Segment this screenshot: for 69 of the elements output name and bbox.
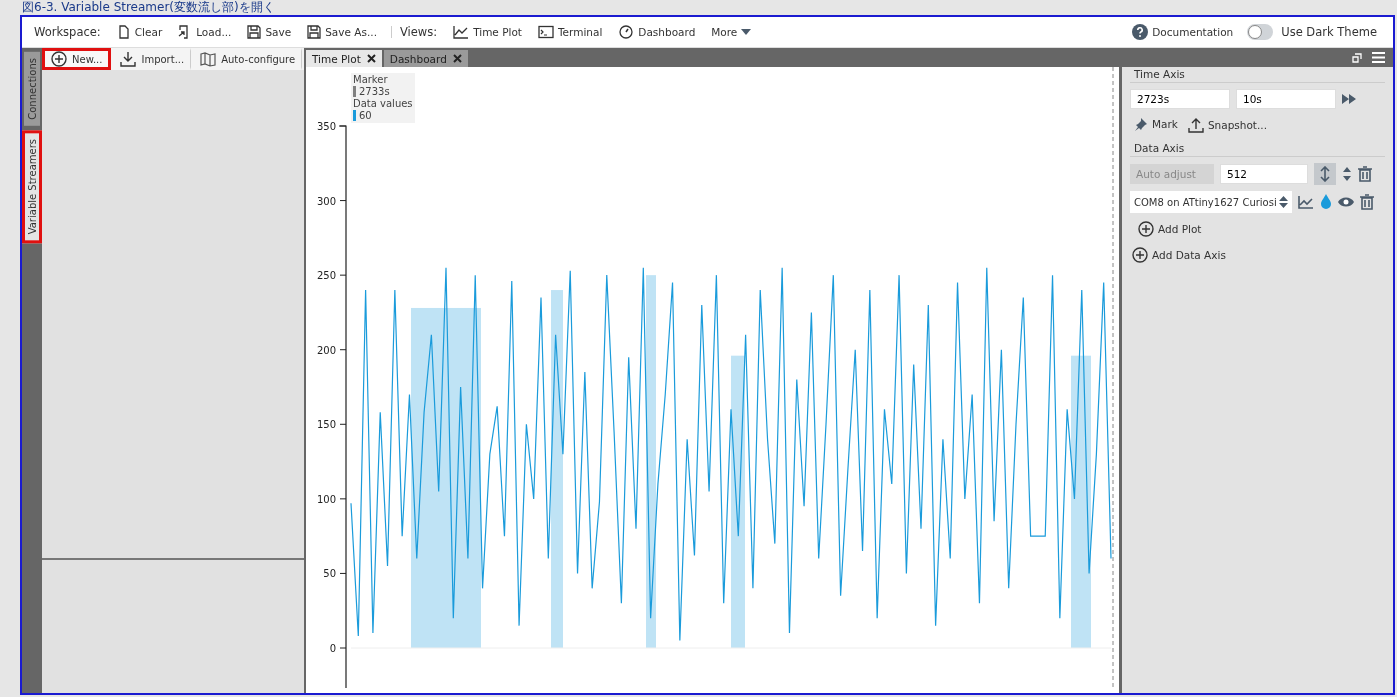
time-span-field[interactable]: 10s xyxy=(1236,89,1336,109)
add-icon xyxy=(1138,221,1154,237)
add-icon xyxy=(51,51,67,67)
pin-icon xyxy=(1132,117,1148,131)
axis-tick-label: 250 xyxy=(316,270,336,282)
source-select[interactable]: COM8 on ATtiny1627 Curiosi xyxy=(1130,191,1292,213)
eye-icon[interactable] xyxy=(1337,196,1354,208)
restore-icon[interactable] xyxy=(1352,52,1362,63)
axis-tick-label: 350 xyxy=(316,121,336,132)
axis-tick-label: 100 xyxy=(316,493,336,505)
dark-theme-label: Use Dark Theme xyxy=(1281,25,1377,39)
save-icon xyxy=(247,25,262,39)
toolbar-button[interactable]: Load... xyxy=(172,25,238,39)
axis-tick-label: 50 xyxy=(323,568,336,580)
map-icon xyxy=(200,51,217,67)
add-plot-button[interactable]: Add Plot xyxy=(1136,219,1204,239)
upload-icon xyxy=(1187,117,1204,133)
axis-max-field[interactable]: 512 xyxy=(1220,164,1308,184)
documentation-link[interactable]: Documentation xyxy=(1126,24,1240,40)
vertical-arrows-icon xyxy=(1320,166,1330,182)
trash-icon[interactable] xyxy=(1358,166,1372,182)
axis-tick-label: 150 xyxy=(316,419,336,431)
legend-value: 2733s xyxy=(353,86,413,97)
axis-tick-label: 300 xyxy=(316,195,336,207)
side-tab[interactable]: Variable Streamers xyxy=(22,129,42,244)
section-title: Data Axis xyxy=(1134,142,1185,154)
up-down-icon xyxy=(1278,196,1288,208)
dark-theme-toggle[interactable] xyxy=(1247,24,1274,40)
more-menu[interactable]: More xyxy=(705,26,758,38)
line-chart-icon xyxy=(453,25,470,39)
side-tab[interactable]: Connections xyxy=(24,52,40,126)
snapshot-button[interactable]: Snapshot... xyxy=(1185,115,1269,135)
section-title: Time Axis xyxy=(1134,68,1185,80)
vertical-arrows-button[interactable] xyxy=(1314,163,1336,185)
views-label: Views: xyxy=(399,25,438,39)
gauge-icon xyxy=(618,25,635,39)
caret-icon xyxy=(741,29,752,35)
document-tab[interactable]: Time Plot xyxy=(306,50,382,67)
up-down-icon[interactable] xyxy=(1342,166,1352,182)
legend-title: Data values xyxy=(353,98,413,109)
figure-caption: 図6-3. Variable Streamer(変数流し部)を開く xyxy=(21,0,276,15)
toolbar-button[interactable]: Save xyxy=(241,25,298,39)
toolbar-button[interactable]: Terminal xyxy=(531,25,609,39)
toolbar-button[interactable]: Save As... xyxy=(301,25,383,39)
axis-tick-label: 0 xyxy=(329,643,336,654)
legend-value: 60 xyxy=(353,110,413,121)
help-icon xyxy=(1132,24,1149,40)
toolbar-button[interactable]: Dashboard xyxy=(612,25,702,39)
trash-icon[interactable] xyxy=(1359,194,1374,210)
toolbar-button[interactable]: Clear xyxy=(110,25,169,39)
fast-forward-icon[interactable] xyxy=(1342,94,1356,104)
close-icon xyxy=(452,54,462,63)
terminal-icon xyxy=(537,25,554,39)
download-icon xyxy=(120,51,137,67)
legend-title: Marker xyxy=(353,74,389,85)
close-icon xyxy=(366,54,376,63)
save-as-icon xyxy=(307,25,322,39)
mark-button[interactable]: Mark xyxy=(1130,115,1180,133)
start-time-field[interactable]: 2723s xyxy=(1130,89,1230,109)
line-chart-icon[interactable] xyxy=(1297,195,1314,209)
panel-button[interactable]: New... xyxy=(42,48,112,70)
menu-icon[interactable] xyxy=(1372,52,1385,63)
document-tab[interactable]: Dashboard xyxy=(383,50,468,67)
axis-tick-label: 200 xyxy=(316,344,336,356)
add-icon xyxy=(1132,247,1148,263)
workspace-label: Workspace: xyxy=(34,25,101,39)
toolbar-button[interactable]: Time Plot xyxy=(447,25,528,39)
add-data-axis-button[interactable]: Add Data Axis xyxy=(1130,245,1228,265)
file-icon xyxy=(116,25,131,39)
